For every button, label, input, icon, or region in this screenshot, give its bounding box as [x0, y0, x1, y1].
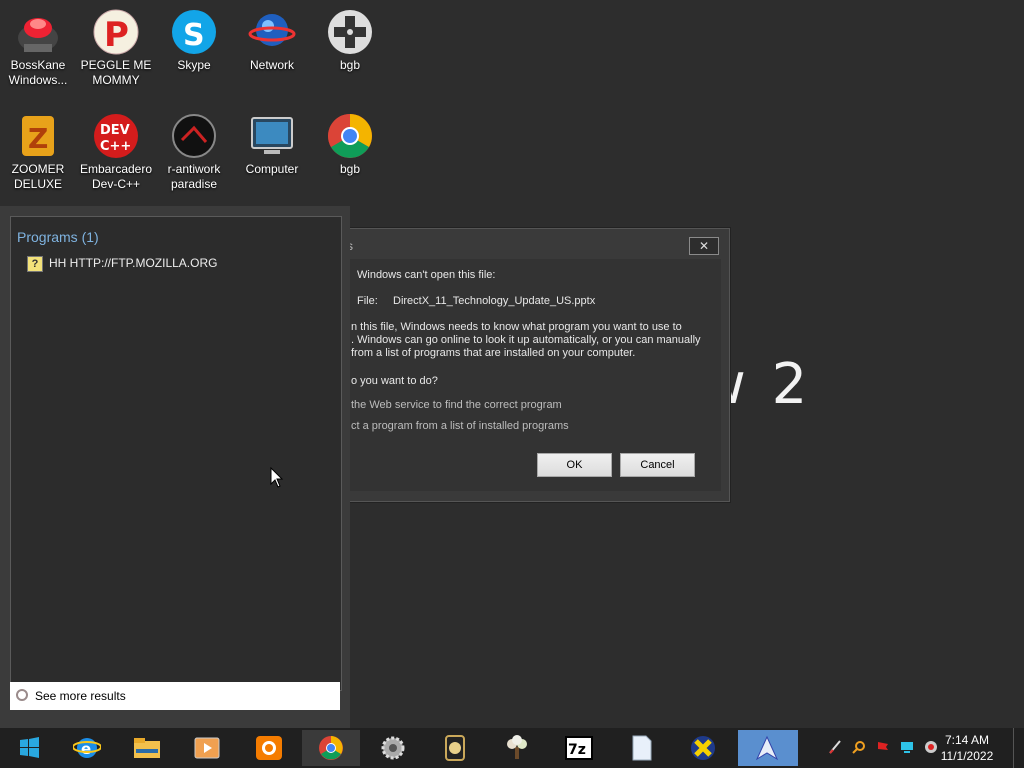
chrome-icon: [326, 112, 374, 160]
desktop-icon-bgb-2[interactable]: bgb: [312, 106, 388, 177]
x-circle-icon: [689, 735, 717, 761]
cancel-button[interactable]: Cancel: [620, 453, 695, 477]
open-with-dialog: s ✕ Windows can't open this file: File: …: [338, 228, 730, 502]
desktop-icon-label: PEGGLE ME MOMMY: [80, 58, 152, 87]
start-menu-search-panel: Programs (1) ? HH HTTP://FTP.MOZILLA.ORG…: [0, 206, 350, 728]
taskbar-chrome[interactable]: [302, 730, 360, 766]
pen-tray-icon[interactable]: [828, 740, 842, 754]
uc-browser-icon: [255, 735, 283, 761]
taskbar-xenia[interactable]: [674, 730, 732, 766]
taskbar: e 7z 7:14 AM 11/1/2022: [0, 728, 1024, 768]
taskbar-7zip[interactable]: 7z: [550, 730, 608, 766]
dialog-titlebar[interactable]: s ✕: [339, 229, 729, 259]
file-label: File:: [357, 295, 378, 307]
antiwork-icon: [170, 112, 218, 160]
help-file-icon: ?: [27, 256, 43, 272]
desktop-icon-network[interactable]: Network: [234, 2, 310, 73]
clock-app-icon: [441, 735, 469, 761]
desktop-icon-computer[interactable]: Computer: [234, 106, 310, 177]
desktop-icon-label: bgb: [339, 58, 361, 72]
dialog-paragraph-line: n this file, Windows needs to know what …: [351, 321, 682, 333]
desktop-icon-peggle[interactable]: P PEGGLE ME MOMMY: [78, 2, 154, 88]
skype-icon: S: [170, 8, 218, 56]
programs-heading[interactable]: Programs (1): [17, 229, 99, 245]
show-desktop-button[interactable]: [1013, 728, 1024, 768]
search-tray-icon[interactable]: [852, 740, 866, 754]
desktop-icon-label: r-antiwork paradise: [167, 162, 221, 191]
desktop-icon-devcpp[interactable]: DEV C++ Embarcadero Dev-C++: [78, 106, 154, 192]
program-result-item[interactable]: ? HH HTTP://FTP.MOZILLA.ORG: [27, 255, 327, 273]
chrome-icon: [317, 735, 345, 761]
file-name: DirectX_11_Technology_Update_US.pptx: [393, 295, 596, 307]
desktop-icon-label: Network: [249, 58, 294, 72]
taskbar-tree-app[interactable]: [488, 730, 546, 766]
desktop-icon-bgb-1[interactable]: bgb: [312, 2, 388, 73]
option-select-program[interactable]: ct a program from a list of installed pr…: [351, 420, 569, 432]
gamepad-icon: [326, 8, 374, 56]
taskbar-pinned-app[interactable]: [738, 730, 798, 766]
internet-explorer-icon: e: [72, 735, 102, 761]
dialog-question: o you want to do?: [351, 375, 438, 387]
desktop-icon-label: Skype: [177, 58, 211, 72]
windows-logo-icon: [15, 735, 43, 761]
see-more-results-button[interactable]: See more results: [10, 682, 340, 710]
see-more-label: See more results: [35, 689, 126, 703]
option-web-service[interactable]: the Web service to find the correct prog…: [351, 399, 562, 411]
flower-tree-icon: [503, 735, 531, 761]
svg-text:C++: C++: [100, 139, 131, 154]
network-globe-icon: [248, 8, 296, 56]
desktop-icon-antiwork[interactable]: r-antiwork paradise: [156, 106, 232, 192]
ok-button[interactable]: OK: [537, 453, 612, 477]
taskbar-internet-explorer[interactable]: e: [58, 730, 116, 766]
search-icon: [16, 689, 28, 701]
bosskane-icon: [14, 8, 62, 56]
desktop-icon-label: Embarcadero Dev-C++: [79, 162, 153, 191]
dialog-message: Windows can't open this file:: [357, 269, 496, 281]
taskbar-settings-gear[interactable]: [364, 730, 422, 766]
document-icon: [627, 735, 655, 761]
taskbar-uc-browser[interactable]: [240, 730, 298, 766]
taskbar-clock[interactable]: 7:14 AM 11/1/2022: [932, 732, 1002, 764]
taskbar-media-player[interactable]: [178, 730, 236, 766]
clock-time: 7:14 AM: [944, 733, 990, 747]
peggle-icon: P: [92, 8, 140, 56]
computer-monitor-icon: [248, 112, 296, 160]
dialog-close-button[interactable]: ✕: [689, 237, 719, 255]
program-result-label: HH HTTP://FTP.MOZILLA.ORG: [49, 256, 218, 270]
video-player-icon: [193, 735, 221, 761]
flag-tray-icon[interactable]: [876, 740, 890, 754]
desktop-icon-label: BossKane Windows...: [8, 58, 68, 87]
search-results-pane: Programs (1) ? HH HTTP://FTP.MOZILLA.ORG: [10, 216, 342, 691]
taskbar-file-explorer[interactable]: [118, 730, 176, 766]
dialog-paragraph-line: . Windows can go online to look it up au…: [351, 334, 701, 346]
zoomer-icon: Z: [14, 112, 62, 160]
folder-icon: [133, 735, 161, 761]
svg-text:DEV: DEV: [100, 123, 130, 138]
svg-text:S: S: [183, 18, 205, 53]
devcpp-icon: DEV C++: [92, 112, 140, 160]
monitor-tray-icon[interactable]: [900, 740, 914, 754]
dialog-body: Windows can't open this file: File: Dire…: [345, 259, 721, 491]
mouse-cursor-icon: [270, 466, 284, 489]
desktop-icon-zoomer[interactable]: Z ZOOMER DELUXE: [0, 106, 76, 192]
svg-text:P: P: [104, 15, 129, 55]
desktop-icon-label: Computer: [245, 162, 299, 176]
taskbar-notepad[interactable]: [612, 730, 670, 766]
desktop-icon-label: bgb: [339, 162, 361, 176]
taskbar-clock-app[interactable]: [426, 730, 484, 766]
desktop-icon-skype[interactable]: S Skype: [156, 2, 232, 73]
svg-text:7z: 7z: [568, 742, 586, 758]
clock-date: 11/1/2022: [940, 749, 994, 763]
launcher-arrow-icon: [753, 735, 781, 761]
desktop-icon-bosskane[interactable]: BossKane Windows...: [0, 2, 76, 88]
gear-icon: [379, 735, 407, 761]
start-button[interactable]: [0, 730, 58, 766]
7zip-icon: 7z: [565, 735, 593, 761]
svg-text:Z: Z: [28, 122, 48, 155]
dialog-paragraph-line: from a list of programs that are install…: [351, 347, 636, 359]
desktop-icon-label: ZOOMER DELUXE: [11, 162, 65, 191]
